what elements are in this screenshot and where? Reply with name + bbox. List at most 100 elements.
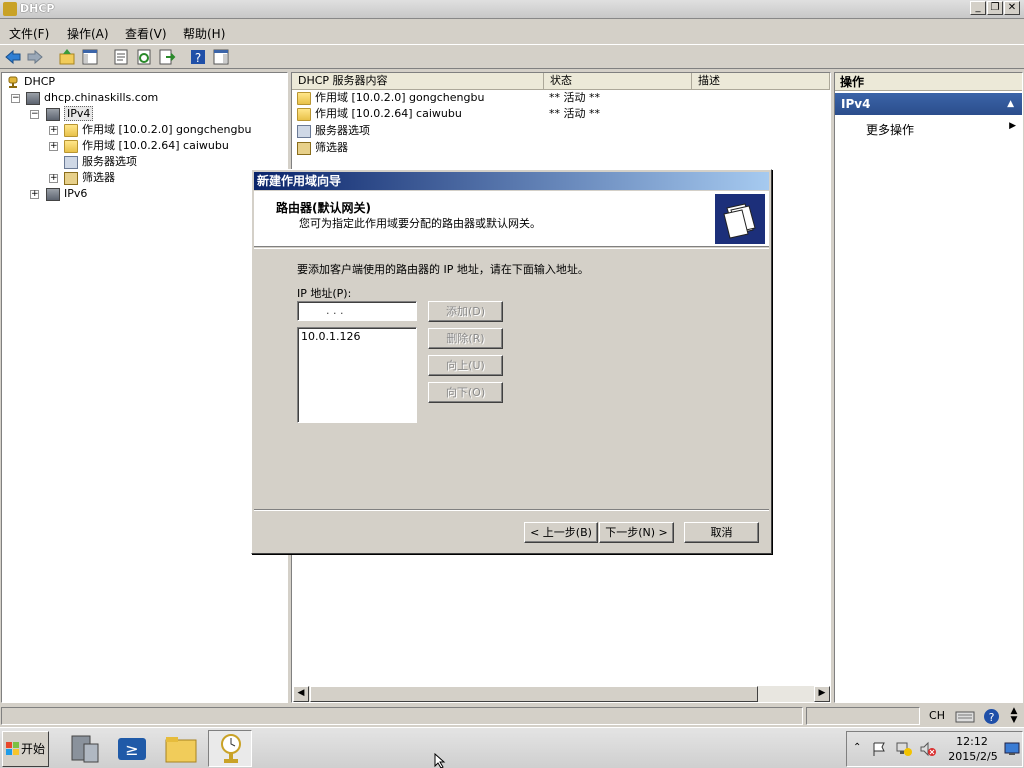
tree-label: IPv4 xyxy=(64,106,94,121)
wizard-heading: 路由器(默认网关) xyxy=(276,201,371,215)
list-item[interactable]: 筛选器 xyxy=(297,140,348,156)
scroll-left-button[interactable]: ◀ xyxy=(293,686,309,702)
minimize-button[interactable]: _ xyxy=(970,1,986,15)
refresh-icon[interactable] xyxy=(135,48,153,66)
start-button[interactable]: 开始 xyxy=(2,731,49,767)
collapse-toggle[interactable]: − xyxy=(30,110,39,119)
tree-item-dhcp[interactable]: DHCP xyxy=(6,74,55,90)
folder-icon xyxy=(297,107,311,121)
scroll-arrows-icon[interactable]: ▲ ▼ xyxy=(1006,707,1022,725)
server-manager-icon[interactable] xyxy=(62,730,106,767)
restore-button[interactable]: ❐ xyxy=(987,1,1003,15)
more-actions-item[interactable]: 更多操作 ▶ xyxy=(866,121,1016,137)
export-list-icon[interactable] xyxy=(158,48,176,66)
network-icon[interactable] xyxy=(895,741,913,757)
action-pane-icon[interactable] xyxy=(212,48,230,66)
filter-icon xyxy=(297,141,311,155)
volume-muted-icon[interactable] xyxy=(919,741,937,757)
list-item[interactable]: 服务器选项 xyxy=(297,123,370,139)
menu-file[interactable]: 文件(F) xyxy=(9,25,49,42)
expand-toggle[interactable]: + xyxy=(30,190,39,199)
folder-icon xyxy=(297,91,311,105)
explorer-folder-icon[interactable] xyxy=(158,730,202,767)
dhcp-app-icon xyxy=(3,2,17,16)
up-folder-icon[interactable] xyxy=(58,48,76,66)
column-header-status[interactable]: 状态 xyxy=(544,73,692,90)
menu-action[interactable]: 操作(A) xyxy=(67,25,109,42)
tree-item-scope2[interactable]: 作用域 [10.0.2.64] caiwubu xyxy=(64,138,229,154)
help-icon[interactable]: ? xyxy=(189,48,207,66)
move-down-button[interactable]: 向下(O) xyxy=(428,382,503,403)
menu-view[interactable]: 查看(V) xyxy=(125,25,167,42)
ipv4-server-icon xyxy=(46,107,60,121)
submenu-arrow-icon: ▶ xyxy=(1009,121,1016,131)
clock-time[interactable]: 12:12 xyxy=(947,735,997,748)
window-title: DHCP xyxy=(20,2,55,15)
clock-date[interactable]: 2015/2/5 xyxy=(945,750,1001,763)
list-item[interactable]: 10.0.1.126 xyxy=(301,330,413,343)
ipv6-server-icon xyxy=(46,187,60,201)
router-list[interactable]: 10.0.1.126 xyxy=(297,327,417,423)
close-button[interactable]: ✕ xyxy=(1004,1,1020,15)
expand-toggle[interactable]: + xyxy=(49,174,58,183)
divider xyxy=(254,248,769,249)
tree-item-filters[interactable]: 筛选器 xyxy=(64,170,115,186)
new-scope-wizard-dialog: 新建作用域向导 路由器(默认网关) 您可为指定此作用域要分配的路由器或默认网关。… xyxy=(251,169,772,554)
filter-icon xyxy=(64,171,78,185)
remove-button[interactable]: 删除(R) xyxy=(428,328,503,349)
tree-label: IPv6 xyxy=(64,187,88,200)
dialog-title: 新建作用域向导 xyxy=(254,172,769,190)
scroll-thumb[interactable] xyxy=(310,686,758,702)
tree-label: 筛选器 xyxy=(82,171,115,184)
back-button[interactable]: < 上一步(B) xyxy=(524,522,598,543)
wizard-header: 路由器(默认网关) 您可为指定此作用域要分配的路由器或默认网关。 xyxy=(254,191,769,247)
mouse-cursor-icon xyxy=(434,753,446,768)
keyboard-icon[interactable] xyxy=(955,708,975,724)
powershell-icon[interactable]: ≥ xyxy=(110,730,154,767)
show-desktop-icon[interactable] xyxy=(1004,742,1020,756)
action-center-flag-icon[interactable] xyxy=(871,741,887,757)
folder-icon xyxy=(64,123,78,137)
system-tray: ⌃ 12:12 2015/2/5 xyxy=(846,731,1023,767)
tree-item-scope1[interactable]: 作用域 [10.0.2.0] gongchengbu xyxy=(64,122,251,138)
move-up-button[interactable]: 向上(U) xyxy=(428,355,503,376)
properties-icon[interactable] xyxy=(112,48,130,66)
show-hidden-icons-icon[interactable]: ⌃ xyxy=(853,742,861,753)
collapse-toggle[interactable]: − xyxy=(11,94,20,103)
status-text: ** 活动 ** xyxy=(549,91,600,104)
scroll-right-button[interactable]: ▶ xyxy=(814,686,830,702)
column-header-description[interactable]: 描述 xyxy=(692,73,830,90)
tree-label: dhcp.chinaskills.com xyxy=(44,91,159,104)
language-indicator[interactable]: CH xyxy=(924,708,950,724)
actions-header: 操作 xyxy=(835,73,1022,91)
add-button[interactable]: 添加(D) xyxy=(428,301,503,322)
list-item[interactable]: 作用域 [10.0.2.64] caiwubu xyxy=(297,106,462,122)
server-options-icon xyxy=(64,155,78,169)
next-button[interactable]: 下一步(N) > xyxy=(599,522,674,543)
menu-help[interactable]: 帮助(H) xyxy=(183,25,225,42)
column-header-name[interactable]: DHCP 服务器内容 xyxy=(292,73,544,90)
status-bar: CH ? ▲ ▼ xyxy=(0,705,1024,726)
dhcp-taskbar-button[interactable] xyxy=(208,730,252,767)
tree-item-server-options[interactable]: 服务器选项 xyxy=(64,154,137,170)
back-arrow-icon[interactable] xyxy=(4,48,22,66)
console-tree: DHCP − dhcp.chinaskills.com − IPv4 + 作用域… xyxy=(1,72,288,703)
list-item[interactable]: 作用域 [10.0.2.0] gongchengbu xyxy=(297,90,484,106)
ip-address-input[interactable]: . . . xyxy=(297,301,417,321)
wizard-subheading: 您可为指定此作用域要分配的路由器或默认网关。 xyxy=(299,217,541,230)
cancel-button[interactable]: 取消 xyxy=(684,522,759,543)
horizontal-scrollbar[interactable]: ◀ ▶ xyxy=(293,686,830,702)
menu-bar: 文件(F) 操作(A) 查看(V) 帮助(H) xyxy=(0,21,1024,43)
actions-section-ipv4[interactable]: IPv4 ▲ xyxy=(835,93,1022,115)
collapse-up-icon[interactable]: ▲ xyxy=(1007,93,1014,115)
forward-arrow-icon[interactable] xyxy=(26,48,44,66)
tree-item-server[interactable]: dhcp.chinaskills.com xyxy=(26,90,158,106)
tree-item-ipv4[interactable]: IPv4 xyxy=(46,106,94,122)
expand-toggle[interactable]: + xyxy=(49,142,58,151)
expand-toggle[interactable]: + xyxy=(49,126,58,135)
tree-item-ipv6[interactable]: IPv6 xyxy=(46,186,87,202)
show-hide-tree-icon[interactable] xyxy=(81,48,99,66)
help-circle-icon[interactable]: ? xyxy=(983,708,1000,725)
actions-pane: 操作 IPv4 ▲ 更多操作 ▶ xyxy=(834,72,1023,703)
status-segment xyxy=(1,707,803,725)
